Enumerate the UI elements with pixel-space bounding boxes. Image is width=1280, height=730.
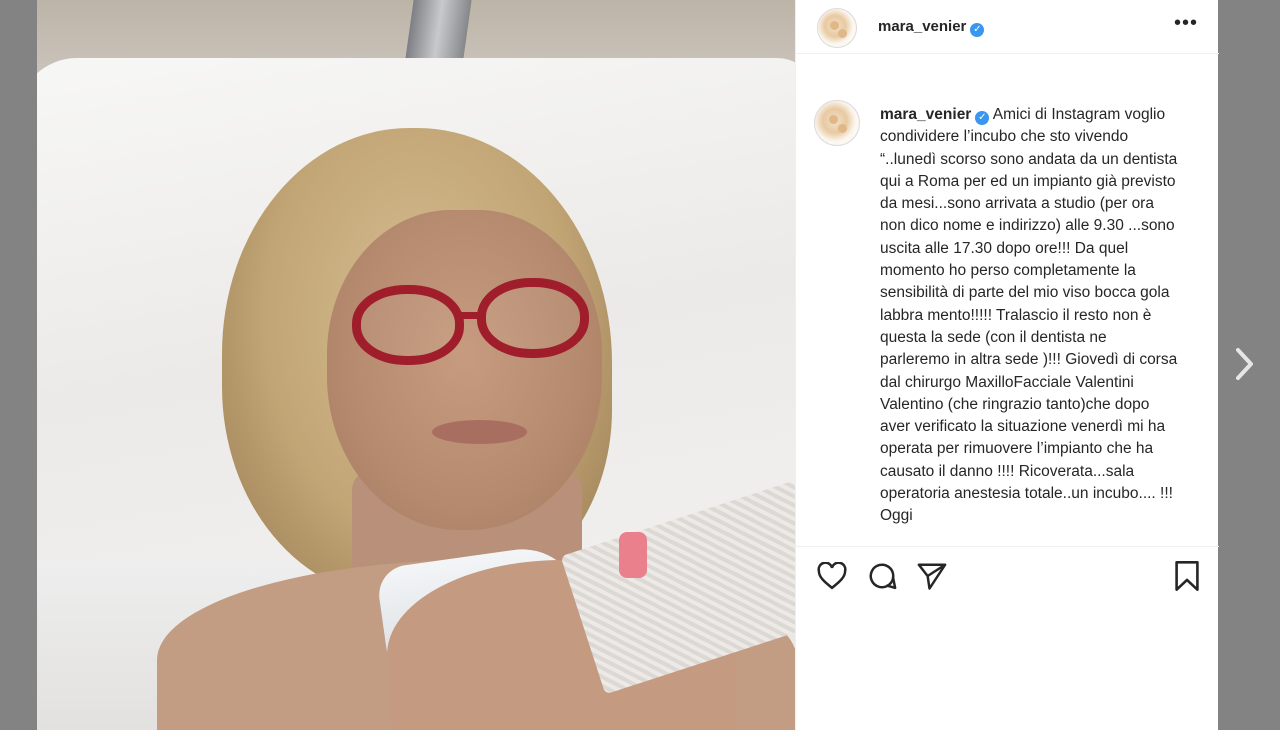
photo-iv-cannula bbox=[619, 532, 647, 578]
verified-badge-icon: ✓ bbox=[975, 111, 990, 125]
photo-mouth bbox=[432, 420, 527, 444]
avatar-detail bbox=[829, 115, 838, 124]
post-side-panel: mara_venier ✓ ••• mara_venier ✓ Amici di I… bbox=[795, 0, 1219, 730]
caption-avatar[interactable] bbox=[814, 100, 860, 146]
photo-face bbox=[327, 210, 602, 530]
avatar-detail bbox=[830, 21, 839, 30]
photo-glasses-right-lens bbox=[477, 278, 589, 358]
caption-username[interactable]: mara_venier ✓ bbox=[880, 106, 990, 125]
avatar[interactable] bbox=[817, 8, 857, 48]
bookmark-icon[interactable] bbox=[1170, 559, 1204, 593]
photo-glasses-bridge bbox=[457, 312, 483, 319]
header-username-text[interactable]: mara_venier bbox=[878, 18, 966, 35]
action-bar bbox=[796, 546, 1219, 606]
photo-bed-rail bbox=[404, 0, 472, 66]
photo-glasses-left-lens bbox=[352, 285, 464, 365]
caption-username-text[interactable]: mara_venier bbox=[880, 106, 971, 123]
caption-text: mara_venier ✓ Amici di Instagram voglio c… bbox=[880, 104, 1180, 528]
verified-badge-icon: ✓ bbox=[970, 23, 985, 37]
caption-body: Amici di Instagram voglio condividere l’… bbox=[880, 106, 1178, 525]
comment-icon[interactable] bbox=[865, 559, 899, 593]
header-username[interactable]: mara_venier ✓ bbox=[878, 18, 985, 37]
caption-area: mara_venier ✓ Amici di Instagram voglio c… bbox=[796, 90, 1219, 546]
chevron-right-icon[interactable] bbox=[1228, 344, 1260, 384]
post-photo bbox=[37, 0, 795, 730]
post-header: mara_venier ✓ ••• bbox=[796, 0, 1219, 54]
avatar-detail bbox=[838, 29, 847, 38]
more-horizontal-icon[interactable]: ••• bbox=[1174, 12, 1198, 35]
send-icon[interactable] bbox=[915, 559, 949, 593]
heart-icon[interactable] bbox=[815, 559, 849, 593]
avatar-detail bbox=[838, 124, 847, 133]
